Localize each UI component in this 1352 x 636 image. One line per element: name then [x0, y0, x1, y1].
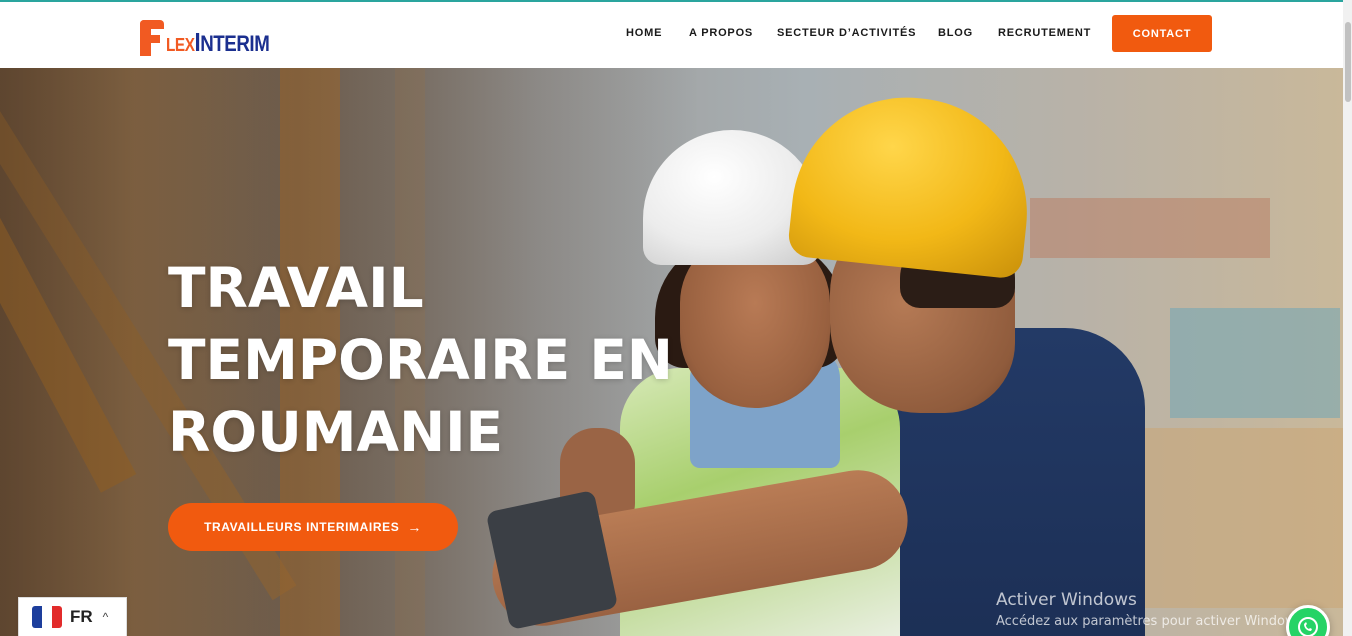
watermark-line2: Accédez aux paramètres pour activer Wind…: [996, 614, 1307, 629]
hero-title-line: ROUMANIE: [168, 400, 504, 464]
bg-container: [1170, 308, 1340, 418]
contact-button[interactable]: CONTACT: [1112, 15, 1212, 52]
windows-activation-watermark: Activer Windows Accédez aux paramètres p…: [996, 589, 1307, 631]
logo-wordmark: LEXINTERIM: [166, 27, 270, 57]
watermark-line1: Activer Windows: [996, 590, 1137, 610]
logo-f-mark: [140, 20, 164, 56]
language-switcher[interactable]: FR ^: [18, 597, 127, 636]
nav-blog[interactable]: BLOG: [938, 27, 973, 39]
cta-label: TRAVAILLEURS INTERIMAIRES: [204, 520, 400, 534]
flexinterim-logo[interactable]: LEXINTERIM: [140, 14, 288, 56]
nav-a-propos[interactable]: A PROPOS: [689, 27, 753, 39]
arrow-right-icon: →: [407, 519, 422, 535]
hero-section: TRAVAIL TEMPORAIRE EN ROUMANIE TRAVAILLE…: [0, 68, 1343, 636]
site-header: LEXINTERIM HOME A PROPOS SECTEUR D’ACTIV…: [0, 2, 1343, 68]
nav-recrutement[interactable]: RECRUTEMENT: [998, 27, 1091, 39]
hero-title: TRAVAIL TEMPORAIRE EN ROUMANIE: [168, 252, 688, 468]
yellow-hard-hat: [786, 86, 1039, 280]
bg-container: [1030, 198, 1270, 258]
chevron-up-icon: ^: [102, 610, 109, 624]
nav-home[interactable]: HOME: [626, 27, 662, 39]
hero-title-line: TRAVAIL: [168, 256, 424, 320]
language-code: FR: [70, 607, 93, 626]
travailleurs-interimaires-button[interactable]: TRAVAILLEURS INTERIMAIRES →: [168, 503, 458, 551]
nav-secteur-activites[interactable]: SECTEUR D’ACTIVITÉS: [777, 27, 916, 39]
france-flag-icon: [32, 606, 62, 628]
scrollbar-thumb[interactable]: [1345, 22, 1351, 102]
hero-title-line: TEMPORAIRE EN: [168, 328, 673, 392]
